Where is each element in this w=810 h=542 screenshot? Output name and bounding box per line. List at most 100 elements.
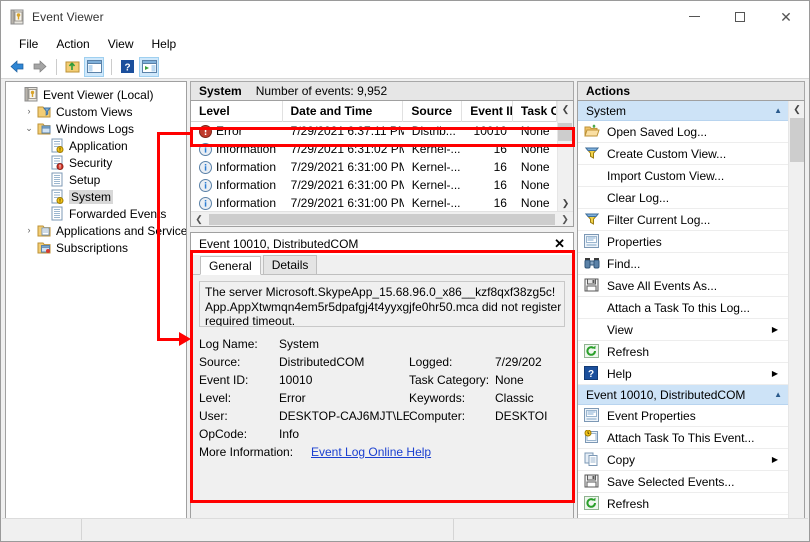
event-list-scroll-thumb[interactable] bbox=[558, 123, 572, 141]
menu-item-action[interactable]: Action bbox=[47, 35, 98, 53]
show-hide-console-tree-icon[interactable] bbox=[84, 56, 104, 77]
tree-item-event-viewer-local[interactable]: Event Viewer (Local) bbox=[6, 86, 186, 103]
chevron-right-icon[interactable]: › bbox=[22, 222, 36, 239]
scroll-up-icon[interactable]: ❮ bbox=[558, 101, 574, 117]
actions-vertical-scrollbar[interactable]: ❮ ❯ bbox=[788, 101, 804, 537]
cell-level-text: Information bbox=[216, 160, 277, 174]
actions-scroll-thumb[interactable] bbox=[790, 118, 804, 162]
tree-item-system[interactable]: System bbox=[6, 188, 186, 205]
action-item-attach-a-task-to-this-log[interactable]: Attach a Task To this Log... bbox=[578, 297, 788, 319]
chevron-down-icon[interactable]: ⌄ bbox=[22, 120, 36, 137]
console-tree[interactable]: Event Viewer (Local) › Custom Views ⌄ Window… bbox=[6, 82, 186, 522]
list-scroll-right-icon[interactable]: ❯ bbox=[557, 214, 573, 225]
menu-item-file[interactable]: File bbox=[10, 35, 47, 53]
tree-item-label: Custom Views bbox=[56, 104, 133, 119]
event-list-vertical-scrollbar[interactable]: ❮ ❯ bbox=[557, 101, 573, 211]
tree-item-custom-views[interactable]: › Custom Views bbox=[6, 103, 186, 120]
tree-item-application[interactable]: Application bbox=[6, 137, 186, 154]
action-item-save-selected-events[interactable]: Save Selected Events... bbox=[578, 471, 788, 493]
menu-item-help[interactable]: Help bbox=[143, 35, 186, 53]
scroll-down-icon[interactable]: ❯ bbox=[558, 195, 574, 211]
maximize-button[interactable] bbox=[717, 1, 763, 32]
open-folder-icon bbox=[584, 123, 600, 140]
status-cell-2 bbox=[82, 519, 454, 540]
toolbar: ? bbox=[1, 55, 809, 79]
tree-item-subscriptions[interactable]: Subscriptions bbox=[6, 239, 186, 256]
table-row[interactable]: Information 7/29/2021 6:31:00 PM Kernel-..… bbox=[191, 158, 557, 176]
detail-field-key: Level: bbox=[199, 391, 232, 405]
action-item-view[interactable]: View ▶ bbox=[578, 319, 788, 341]
table-row[interactable]: Information 7/29/2021 6:31:02 PM Kernel-..… bbox=[191, 140, 557, 158]
action-item-import-custom-view[interactable]: Import Custom View... bbox=[578, 165, 788, 187]
event-list: Level Date and Time Source Event ID Task… bbox=[190, 100, 574, 227]
event-message-line: The server Microsoft.SkypeApp_15.68.96.0… bbox=[205, 285, 556, 299]
back-icon[interactable] bbox=[7, 57, 27, 77]
event-log-online-help-link[interactable]: Event Log Online Help bbox=[311, 445, 431, 459]
action-item-create-custom-view[interactable]: Create Custom View... bbox=[578, 143, 788, 165]
tab-details[interactable]: Details bbox=[262, 255, 318, 274]
actions-group-header[interactable]: System ▲ bbox=[578, 101, 788, 121]
column-header-task[interactable]: Task C bbox=[513, 100, 558, 122]
help-icon[interactable]: ? bbox=[117, 57, 137, 77]
action-item-clear-log[interactable]: Clear Log... bbox=[578, 187, 788, 209]
close-icon[interactable]: ✕ bbox=[554, 236, 565, 252]
toolbar-separator-1 bbox=[56, 58, 57, 75]
tree-item-windows-logs[interactable]: ⌄ Windows Logs bbox=[6, 120, 186, 137]
forward-icon[interactable] bbox=[29, 57, 49, 77]
actions-group-header[interactable]: Event 10010, DistributedCOM ▲ bbox=[578, 385, 788, 405]
table-row[interactable]: Information 7/29/2021 6:31:00 PM Kernel-..… bbox=[191, 194, 557, 212]
list-scroll-left-icon[interactable]: ❮ bbox=[191, 214, 207, 225]
tree-item-setup[interactable]: Setup bbox=[6, 171, 186, 188]
tree-item-security[interactable]: Security bbox=[6, 154, 186, 171]
detail-field-key2: Logged: bbox=[409, 355, 453, 369]
action-item-properties[interactable]: Properties bbox=[578, 231, 788, 253]
actions-list: System ▲ Open Saved Log... Create Custom Vi… bbox=[578, 101, 788, 537]
column-header-level[interactable]: Level bbox=[191, 100, 283, 122]
save-icon bbox=[584, 474, 600, 490]
detail-field-value: DESKTOP-CAJ6MJT\LENOVC bbox=[279, 409, 409, 423]
tree-item-forwarded-events[interactable]: Forwarded Events bbox=[6, 205, 186, 222]
status-bar bbox=[2, 518, 808, 540]
detail-field-value2: 7/29/202 bbox=[495, 355, 542, 369]
column-header-source[interactable]: Source bbox=[403, 100, 463, 122]
action-item-save-all-events-as[interactable]: Save All Events As... bbox=[578, 275, 788, 297]
minimize-button[interactable] bbox=[671, 1, 717, 32]
action-item-copy[interactable]: Copy ▶ bbox=[578, 449, 788, 471]
column-header-date[interactable]: Date and Time bbox=[283, 100, 404, 122]
menu-item-view[interactable]: View bbox=[99, 35, 143, 53]
show-hide-action-pane-icon[interactable] bbox=[139, 56, 159, 77]
up-one-level-icon[interactable] bbox=[62, 57, 82, 77]
column-header-event-id[interactable]: Event ID bbox=[462, 100, 513, 122]
table-row[interactable]: Error 7/29/2021 6:37:11 PM Distrib... 10010… bbox=[191, 122, 557, 140]
actions-scroll-up-icon[interactable]: ❮ bbox=[789, 101, 804, 117]
tab-general[interactable]: General bbox=[200, 256, 261, 275]
copy-icon bbox=[584, 452, 600, 468]
properties-icon bbox=[584, 407, 600, 424]
submenu-arrow-icon: ▶ bbox=[771, 325, 778, 334]
event-detail-body: The server Microsoft.SkypeApp_15.68.96.0… bbox=[191, 275, 573, 522]
list-scroll-track[interactable] bbox=[207, 213, 557, 226]
action-item-refresh[interactable]: Refresh bbox=[578, 341, 788, 363]
chevron-up-icon[interactable]: ▲ bbox=[774, 390, 782, 399]
cell-source: Kernel-... bbox=[411, 160, 461, 174]
action-item-help[interactable]: ? Help ▶ bbox=[578, 363, 788, 385]
custom-views-icon bbox=[36, 104, 52, 119]
detail-field-key2: Task Category: bbox=[409, 373, 490, 387]
tree-item-applications-and-services-lo[interactable]: › Applications and Services Lo bbox=[6, 222, 187, 239]
action-item-filter-current-log[interactable]: Filter Current Log... bbox=[578, 209, 788, 231]
action-item-refresh[interactable]: Refresh bbox=[578, 493, 788, 515]
actions-group-title: Event 10010, DistributedCOM bbox=[586, 387, 746, 402]
action-item-open-saved-log[interactable]: Open Saved Log... bbox=[578, 121, 788, 143]
close-button[interactable]: ✕ bbox=[763, 1, 809, 32]
chevron-up-icon[interactable]: ▲ bbox=[774, 106, 782, 115]
table-row[interactable]: Information 7/29/2021 6:31:00 PM Kernel-..… bbox=[191, 176, 557, 194]
actions-header: Actions bbox=[577, 81, 805, 100]
detail-field-key: OpCode: bbox=[199, 427, 248, 441]
cell-level: Error bbox=[191, 122, 283, 140]
chevron-right-icon[interactable]: › bbox=[22, 103, 36, 120]
action-item-attach-task-to-this-event[interactable]: Attach Task To This Event... bbox=[578, 427, 788, 449]
action-item-event-properties[interactable]: Event Properties bbox=[578, 405, 788, 427]
event-list-horizontal-scrollbar[interactable]: ❮ ❯ bbox=[191, 211, 573, 226]
list-scroll-thumb[interactable] bbox=[209, 213, 555, 225]
action-item-find[interactable]: Find... bbox=[578, 253, 788, 275]
